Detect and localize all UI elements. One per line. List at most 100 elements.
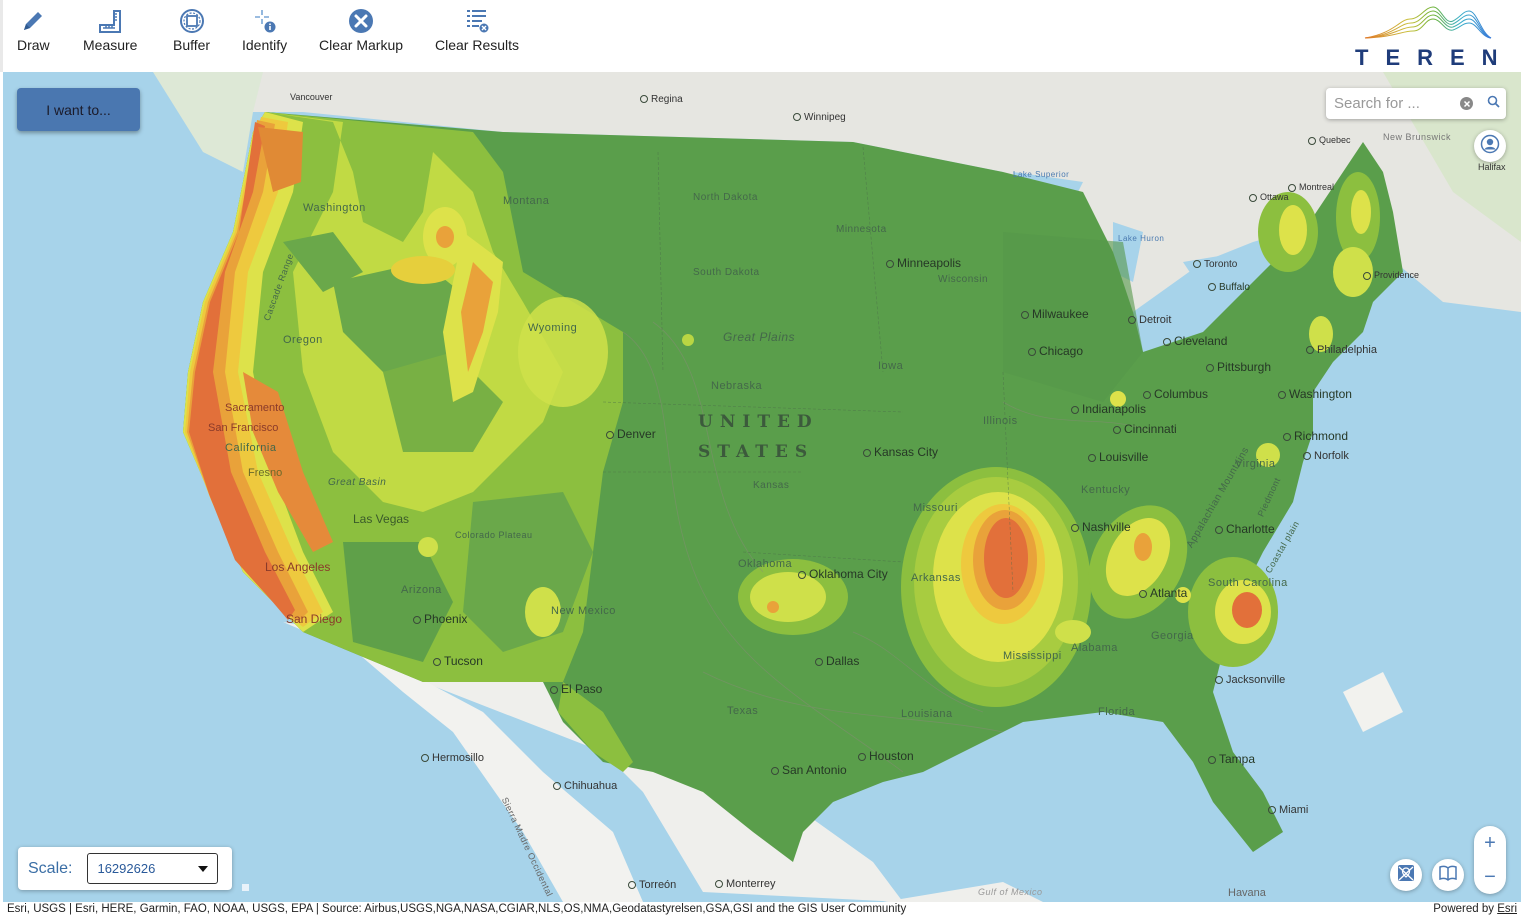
measure-label: Measure [83, 37, 138, 53]
city-label: San Francisco [208, 422, 279, 434]
close-circle-icon [348, 8, 374, 34]
book-icon [1438, 864, 1458, 887]
map-features-button[interactable] [1390, 859, 1422, 891]
draw-tool-button[interactable]: Draw [17, 8, 50, 53]
city-label: Hermosillo [421, 752, 484, 764]
region-label: Wyoming [528, 322, 578, 334]
scale-label: Scale: [28, 859, 73, 877]
region-label: Nebraska [711, 380, 763, 392]
user-location-button[interactable] [1474, 130, 1506, 162]
clear-results-button[interactable]: Clear Results [435, 8, 519, 53]
clear-search-icon[interactable] [1460, 97, 1473, 110]
region-label: Louisiana [901, 708, 953, 720]
zoom-out-button[interactable]: − [1474, 860, 1506, 894]
city-label: Louisville [1088, 450, 1148, 464]
region-label: South Carolina [1208, 577, 1288, 589]
map-handle [242, 884, 249, 891]
city-label: Cincinnati [1113, 422, 1177, 436]
region-label: Lake Superior [1013, 170, 1070, 179]
clear-markup-button[interactable]: Clear Markup [319, 8, 403, 53]
city-label: Tampa [1208, 752, 1255, 766]
city-label: Regina [640, 94, 683, 105]
city-label: Toronto [1193, 259, 1237, 270]
region-label: New Mexico [551, 605, 616, 617]
draw-label: Draw [17, 37, 50, 53]
buffer-label: Buffer [173, 37, 211, 53]
country-label-united: UNITED [698, 412, 819, 432]
region-label: Iowa [878, 360, 904, 372]
city-label: Cleveland [1163, 334, 1227, 348]
search-input[interactable] [1334, 95, 1454, 112]
city-label: Chicago [1028, 344, 1083, 358]
identify-tool-button[interactable]: Identify [242, 8, 287, 53]
user-icon [1480, 134, 1500, 159]
region-label: Oregon [283, 334, 323, 346]
city-label: Havana [1228, 887, 1266, 899]
city-label: Buffalo [1208, 282, 1250, 293]
city-label: Dallas [815, 654, 859, 668]
city-label: Montreal [1288, 182, 1334, 192]
city-label: Sacramento [225, 402, 285, 414]
region-label: Great Plains [723, 330, 796, 344]
city-label: Los Angeles [265, 560, 331, 574]
city-label: Pittsburgh [1206, 360, 1271, 374]
city-label: Atlanta [1139, 586, 1187, 600]
app-root: Draw Measure Buffer Identify Clear Marku… [0, 0, 1521, 916]
attribution-text: Esri, USGS | Esri, HERE, Garmin, FAO, NO… [7, 903, 907, 915]
logo-waves-icon [1364, 6, 1492, 39]
teren-logo: TEREN [1345, 5, 1498, 70]
identify-label: Identify [242, 37, 288, 53]
zoom-control: + − [1474, 826, 1506, 894]
region-label: Missouri [913, 502, 958, 514]
city-label: Minneapolis [886, 256, 961, 270]
region-label: Montana [503, 195, 550, 207]
bookmarks-button[interactable] [1432, 859, 1464, 891]
city-label: Houston [858, 749, 914, 763]
measure-tool-button[interactable]: Measure [83, 8, 137, 53]
identify-icon [252, 8, 278, 34]
city-label: Columbus [1143, 387, 1208, 401]
map-pin-off-icon [1396, 863, 1416, 888]
region-label: Kentucky [1081, 484, 1131, 496]
city-label: El Paso [550, 682, 602, 696]
city-label: San Diego [286, 612, 343, 626]
region-label: Oklahoma [738, 558, 793, 570]
city-label: San Antonio [771, 763, 847, 777]
region-label: Florida [1098, 706, 1136, 718]
map-view[interactable]: UNITED STATES Vancouver Regina Winnipeg … [3, 72, 1521, 902]
region-label: Arkansas [911, 572, 961, 584]
region-label: Texas [727, 705, 759, 717]
city-label: Miami [1268, 804, 1308, 816]
city-label: Detroit [1128, 314, 1171, 326]
region-label: Gulf of Mexico [978, 887, 1043, 897]
chevron-down-icon [198, 865, 209, 872]
city-label: Milwaukee [1021, 307, 1089, 321]
logo-text: TEREN [1355, 45, 1515, 70]
esri-link[interactable]: Esri [1497, 903, 1517, 915]
toolbar: Draw Measure Buffer Identify Clear Marku… [0, 0, 1521, 72]
buffer-icon [179, 8, 205, 34]
city-label: Phoenix [413, 612, 467, 626]
powered-by: Powered by Esri [1433, 902, 1517, 916]
city-label: Indianapolis [1071, 402, 1146, 416]
buffer-tool-button[interactable]: Buffer [173, 8, 210, 53]
zoom-in-button[interactable]: + [1474, 826, 1506, 860]
search-box [1326, 88, 1506, 119]
city-label: Quebec [1308, 135, 1351, 145]
city-label: Philadelphia [1306, 344, 1377, 356]
search-icon[interactable] [1487, 95, 1500, 113]
i-want-to-button[interactable]: I want to... [17, 88, 140, 131]
region-label: Mississippi [1003, 650, 1062, 662]
city-label: Ottawa [1249, 192, 1289, 202]
city-label: Nashville [1071, 520, 1131, 534]
city-label: Torreón [628, 879, 676, 891]
scale-select[interactable]: 16292626 [87, 853, 219, 884]
region-label: New Brunswick [1383, 132, 1452, 142]
clear-markup-label: Clear Markup [319, 37, 404, 53]
region-label: Arizona [401, 584, 442, 596]
region-label: Minnesota [836, 224, 887, 235]
region-label: Great Basin [328, 477, 387, 488]
city-label: Oklahoma City [798, 567, 888, 581]
region-label: Washington [303, 202, 366, 214]
city-label: Norfolk [1303, 450, 1349, 462]
